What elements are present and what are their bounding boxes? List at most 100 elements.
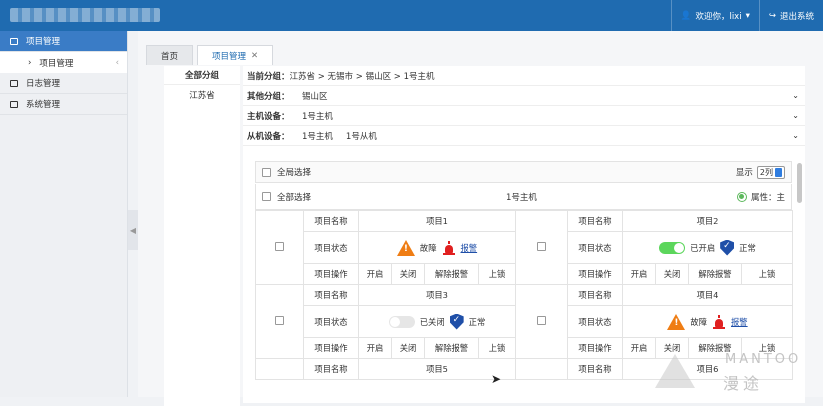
power-toggle[interactable] bbox=[388, 315, 415, 328]
shield-check-icon bbox=[449, 313, 464, 330]
close-button[interactable]: 关闭 bbox=[391, 263, 425, 285]
name-header: 项目名称 bbox=[303, 284, 359, 306]
host-device-label: 主机设备： bbox=[247, 111, 290, 122]
release-alarm-button[interactable]: 解除报警 bbox=[688, 263, 742, 285]
alarm-link[interactable]: 报警 bbox=[461, 242, 478, 254]
attribute-label: 属性：主 bbox=[750, 192, 785, 203]
grid-icon bbox=[10, 100, 18, 108]
fault-text: 故障 bbox=[419, 242, 437, 253]
power-toggle[interactable] bbox=[659, 241, 686, 254]
open-button[interactable]: 开启 bbox=[358, 337, 392, 359]
name-header: 项目名称 bbox=[303, 210, 359, 232]
project-checkbox[interactable] bbox=[537, 242, 546, 251]
sidebar-item-label: 项目管理 bbox=[26, 37, 61, 47]
project-checkbox[interactable] bbox=[275, 316, 284, 325]
logout-button[interactable]: ↪ 退出系统 bbox=[758, 0, 823, 31]
release-alarm-button[interactable]: 解除报警 bbox=[424, 337, 479, 359]
display-label: 显示 bbox=[735, 168, 753, 178]
project-status: 已开启 正常 bbox=[622, 231, 793, 264]
logout-icon: ↪ bbox=[768, 10, 776, 21]
sidebar-item-log-management[interactable]: 日志管理 bbox=[0, 73, 127, 94]
chevron-down-icon: ▾ bbox=[745, 10, 750, 21]
close-button[interactable]: 关闭 bbox=[655, 263, 689, 285]
project-checkbox-cell bbox=[255, 284, 304, 359]
project-checkbox[interactable] bbox=[537, 316, 546, 325]
sidebar: 项目管理 › 项目管理 ‹ 日志管理 系统管理 bbox=[0, 31, 128, 397]
host-device-value: 1号主机 bbox=[302, 111, 333, 122]
sidebar-item-system-management[interactable]: 系统管理 bbox=[0, 94, 127, 115]
grid-icon bbox=[10, 79, 18, 87]
slave-device-value[interactable]: 1号从机 bbox=[346, 130, 377, 142]
open-button[interactable]: 开启 bbox=[622, 263, 656, 285]
project-status: 故障 报警 bbox=[622, 305, 793, 338]
slave-device-value[interactable]: 1号主机 bbox=[302, 130, 333, 142]
global-select-label: 全局选择 bbox=[277, 168, 312, 178]
display-value: 2列 bbox=[759, 167, 773, 177]
sidebar-collapse-handle[interactable]: ◀ bbox=[128, 210, 138, 250]
slave-device-row[interactable]: 从机设备： 1号主机 1号从机 ⌄ bbox=[243, 126, 805, 146]
display-select[interactable]: 2列 bbox=[756, 165, 785, 179]
sidebar-item-label: 项目管理 bbox=[39, 58, 74, 69]
group-panel: 全部分组 江苏省 bbox=[164, 66, 240, 406]
ops-header: 项目操作 bbox=[303, 337, 359, 359]
other-group-label: 其他分组： bbox=[247, 91, 290, 102]
project-name: 项目4 bbox=[622, 284, 793, 306]
top-bar: 👤 欢迎你，lixi ▾ ↪ 退出系统 bbox=[0, 0, 823, 31]
project-checkbox-cell bbox=[515, 358, 568, 380]
attribute-radio[interactable] bbox=[736, 191, 747, 202]
watermark-chinese: 漫途 bbox=[723, 374, 764, 393]
select-all-label: 全部选择 bbox=[277, 192, 312, 203]
project-status: 已关闭 正常 bbox=[358, 305, 516, 338]
chevron-left-icon: ‹ bbox=[115, 57, 119, 68]
project-checkbox[interactable] bbox=[275, 242, 284, 251]
app-logo bbox=[10, 8, 160, 22]
global-select-bar: 全局选择 显示 2列 bbox=[255, 161, 792, 183]
global-select-checkbox[interactable] bbox=[262, 167, 271, 177]
shield-check-icon bbox=[720, 239, 735, 256]
user-icon: 👤 bbox=[680, 10, 692, 21]
sidebar-subitem-project-management[interactable]: › 项目管理 ‹ bbox=[0, 52, 127, 73]
close-button[interactable]: 关闭 bbox=[391, 337, 425, 359]
project-name: 项目1 bbox=[358, 210, 516, 232]
tab-bar: 首页 项目管理 ✕ bbox=[146, 45, 274, 65]
user-menu[interactable]: 👤 欢迎你，lixi ▾ bbox=[670, 0, 759, 31]
name-header: 项目名称 bbox=[567, 358, 623, 380]
project-checkbox-cell bbox=[255, 210, 304, 285]
other-group-row[interactable]: 其他分组： 锡山区 ⌄ bbox=[243, 86, 805, 106]
close-icon[interactable]: ✕ bbox=[251, 51, 258, 61]
release-alarm-button[interactable]: 解除报警 bbox=[424, 263, 479, 285]
host-device-row[interactable]: 主机设备： 1号主机 ⌄ bbox=[243, 106, 805, 126]
project-checkbox-cell bbox=[515, 210, 568, 285]
project-status: 故障 报警 bbox=[358, 231, 516, 264]
tab-home[interactable]: 首页 bbox=[146, 45, 194, 65]
group-item[interactable]: 江苏省 bbox=[164, 85, 240, 104]
watermark-logo-icon bbox=[655, 354, 695, 388]
project-checkbox-cell bbox=[255, 358, 304, 380]
ops-header: 项目操作 bbox=[303, 263, 359, 285]
alarm-link[interactable]: 报警 bbox=[731, 316, 748, 328]
group-all[interactable]: 全部分组 bbox=[164, 66, 240, 85]
current-group-row: 当前分组： 江苏省 > 无锡市 > 锡山区 > 1号主机 bbox=[243, 66, 805, 86]
name-header: 项目名称 bbox=[567, 210, 623, 232]
warning-icon bbox=[396, 239, 415, 256]
lock-button[interactable]: 上锁 bbox=[741, 263, 793, 285]
chevron-down-icon[interactable]: ⌄ bbox=[792, 131, 799, 140]
project-name: 项目3 bbox=[358, 284, 516, 306]
open-button[interactable]: 开启 bbox=[622, 337, 656, 359]
open-button[interactable]: 开启 bbox=[358, 263, 392, 285]
tab-project-management[interactable]: 项目管理 ✕ bbox=[197, 45, 274, 65]
sidebar-item-project-management[interactable]: 项目管理 bbox=[0, 31, 127, 52]
alarm-siren-icon bbox=[442, 240, 456, 255]
name-header: 项目名称 bbox=[567, 284, 623, 306]
project-name: 项目2 bbox=[622, 210, 793, 232]
current-group-value: 江苏省 > 无锡市 > 锡山区 > 1号主机 bbox=[289, 71, 435, 82]
watermark: MANTOO 漫途 bbox=[655, 350, 820, 393]
status-header: 项目状态 bbox=[303, 231, 359, 264]
chevron-down-icon[interactable]: ⌄ bbox=[792, 111, 799, 120]
vertical-scrollbar[interactable] bbox=[797, 163, 802, 203]
lock-button[interactable]: 上锁 bbox=[478, 263, 516, 285]
content-area: 首页 项目管理 ✕ 全部分组 江苏省 当前分组： 江苏省 > 无锡市 > 锡山区 … bbox=[138, 31, 823, 406]
select-all-checkbox[interactable] bbox=[262, 192, 271, 201]
lock-button[interactable]: 上锁 bbox=[478, 337, 516, 359]
chevron-down-icon[interactable]: ⌄ bbox=[792, 91, 799, 100]
